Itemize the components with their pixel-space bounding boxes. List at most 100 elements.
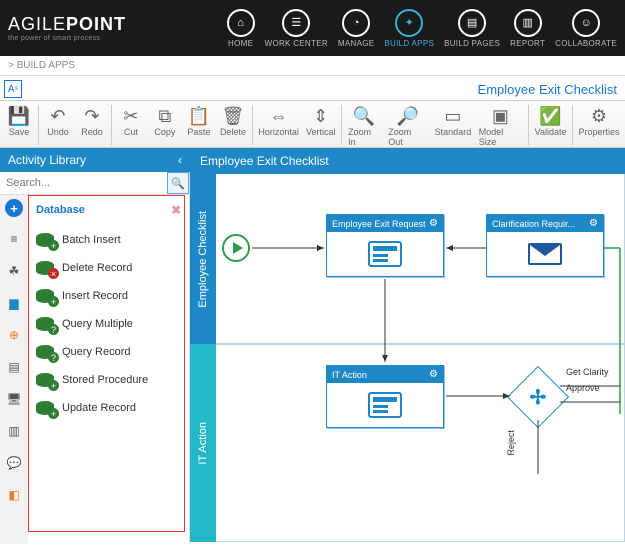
pool-header[interactable]: Employee Exit Checklist [190,148,625,174]
undo-button[interactable]: ↶Undo [41,103,75,139]
zoom-modelsize-button[interactable]: ▣Model Size [475,103,526,149]
zoom-standard-button[interactable]: ▭Standard [431,103,475,139]
library-search-button[interactable]: 🔍 [167,172,189,194]
lane-label-employee: Employee Checklist [197,211,209,308]
rail-shapes-icon[interactable]: ◧ [4,485,24,505]
rail-chat-icon[interactable]: 💬 [4,453,24,473]
brand-logo: AGILEPOINT the power of smart process [8,14,126,42]
gear-icon[interactable]: ⚙ [429,218,438,229]
activity-batch-insert[interactable]: Batch Insert [32,227,185,255]
brand-right: POINT [66,14,126,34]
task-clarification-required[interactable]: Clarification Requir...⚙ [486,214,604,277]
buildapps-icon: ✦ [395,9,423,37]
workcenter-icon: ☰ [282,9,310,37]
search-icon: 🔍 [171,177,185,190]
brand-left: AGILE [8,14,66,34]
activity-library-title: Activity Library [8,153,86,167]
redo-button[interactable]: ↷Redo [75,103,109,139]
vertical-icon: ⇕ [313,105,328,127]
add-category-button[interactable]: + [5,199,23,217]
lane-it-action[interactable]: IT Action IT Action⚙ ✢ Get Clarity Appro… [190,344,625,542]
nav-work-center[interactable]: ☰WORK CENTER [265,9,328,48]
zoomin-icon: 🔍 [353,105,375,127]
start-event[interactable] [222,234,250,262]
copy-button[interactable]: ⧉Copy [148,103,182,139]
lane-employee-checklist[interactable]: Employee Checklist Employee Exit Request… [190,174,625,344]
activity-stored-procedure[interactable]: Stored Procedure [32,367,185,395]
save-button[interactable]: 💾Save [2,103,36,139]
category-title-row: Database ✖ [32,199,185,227]
database-add-icon [36,289,54,303]
properties-icon: ⚙ [591,105,607,127]
rail-monitor-icon[interactable]: 🖥 [4,389,24,409]
process-canvas[interactable]: Employee Exit Checklist Employee Checkli… [190,148,625,544]
edge-label-get-clarity: Get Clarity [566,367,609,377]
manage-icon: ◔ [342,9,370,37]
activity-insert-record[interactable]: Insert Record [32,283,185,311]
nav-home[interactable]: ⌂HOME [227,9,255,48]
zoom-in-button[interactable]: 🔍Zoom In [344,103,384,149]
main-area: Activity Library ‹ 🔍 + ≡ ☘ ▆ ⊕ ▤ 🖥 ▥ 💬 ◧ [0,148,625,544]
activity-query-record[interactable]: Query Record [32,339,185,367]
activity-query-multiple[interactable]: Query Multiple [32,311,185,339]
nav-items: ⌂HOME ☰WORK CENTER ◔MANAGE ✦BUILD APPS ▤… [227,9,617,48]
undo-icon: ↶ [50,105,65,127]
buildpages-icon: ▤ [458,9,486,37]
nav-manage[interactable]: ◔MANAGE [338,9,374,48]
align-horizontal-button[interactable]: ⇔Horizontal [255,103,302,139]
delete-button[interactable]: 🗑Delete [216,103,250,139]
task-employee-exit-request[interactable]: Employee Exit Request⚙ [326,214,444,277]
nav-collaborate[interactable]: ☺COLLABORATE [555,9,617,48]
save-icon: 💾 [8,105,30,127]
align-vertical-button[interactable]: ⇕Vertical [302,103,339,139]
properties-button[interactable]: ⚙Properties [575,103,623,139]
database-delete-icon [36,261,54,275]
document-title-row: A≡ Employee Exit Checklist [0,76,625,100]
task-it-action[interactable]: IT Action⚙ [326,365,444,428]
zoomout-icon: 🔎 [396,105,418,127]
gear-icon[interactable]: ⚙ [589,218,598,229]
home-icon: ⌂ [227,9,255,37]
rail-database-icon[interactable]: ≡ [4,229,24,249]
gateway-decision[interactable]: ✢ [507,366,569,428]
activity-delete-record[interactable]: Delete Record [32,255,185,283]
gateway-arrows-icon: ✢ [530,384,547,409]
library-search-input[interactable] [0,173,167,193]
cut-button[interactable]: ✂Cut [114,103,148,139]
rail-form-icon[interactable]: ▤ [4,357,24,377]
lane-label-it: IT Action [197,422,209,465]
cut-icon: ✂ [123,105,138,127]
document-title: Employee Exit Checklist [478,82,617,97]
rail-leaf-icon[interactable]: ☘ [4,261,24,281]
validate-button[interactable]: ✅Validate [531,103,570,139]
activity-library-header[interactable]: Activity Library ‹ [0,148,190,172]
standard-icon: ▭ [444,105,461,127]
rail-list-icon[interactable]: ▥ [4,421,24,441]
redo-icon: ↷ [84,105,99,127]
edge-label-reject: Reject [506,430,516,456]
activity-library-panel: Activity Library ‹ 🔍 + ≡ ☘ ▆ ⊕ ▤ 🖥 ▥ 💬 ◧ [0,148,190,544]
nav-report[interactable]: ▥REPORT [510,9,545,48]
library-search-row: 🔍 [0,172,189,195]
rail-storage-icon[interactable]: ▆ [4,293,24,313]
breadcrumb[interactable]: > BUILD APPS [0,56,625,76]
horizontal-icon: ⇔ [270,105,288,127]
nav-build-pages[interactable]: ▤BUILD PAGES [444,9,500,48]
zoom-out-button[interactable]: 🔎Zoom Out [384,103,431,149]
close-icon[interactable]: ✖ [171,203,181,217]
collapse-icon: ‹ [178,153,182,167]
brand-tagline: the power of smart process [8,35,126,42]
report-icon: ▥ [514,9,542,37]
app-icon[interactable]: A≡ [4,80,22,98]
nav-build-apps[interactable]: ✦BUILD APPS [384,9,434,48]
gear-icon[interactable]: ⚙ [429,369,438,380]
rail-globe-icon[interactable]: ⊕ [4,325,24,345]
edge-label-approve: Approve [566,383,600,393]
modelsize-icon: ▣ [492,105,509,127]
category-title: Database [36,204,85,216]
database-query-icon [36,317,54,331]
toolbar: 💾Save ↶Undo ↷Redo ✂Cut ⧉Copy 📋Paste 🗑Del… [0,100,625,148]
paste-button[interactable]: 📋Paste [182,103,216,139]
activity-update-record[interactable]: Update Record [32,395,185,423]
validate-icon: ✅ [539,105,561,127]
